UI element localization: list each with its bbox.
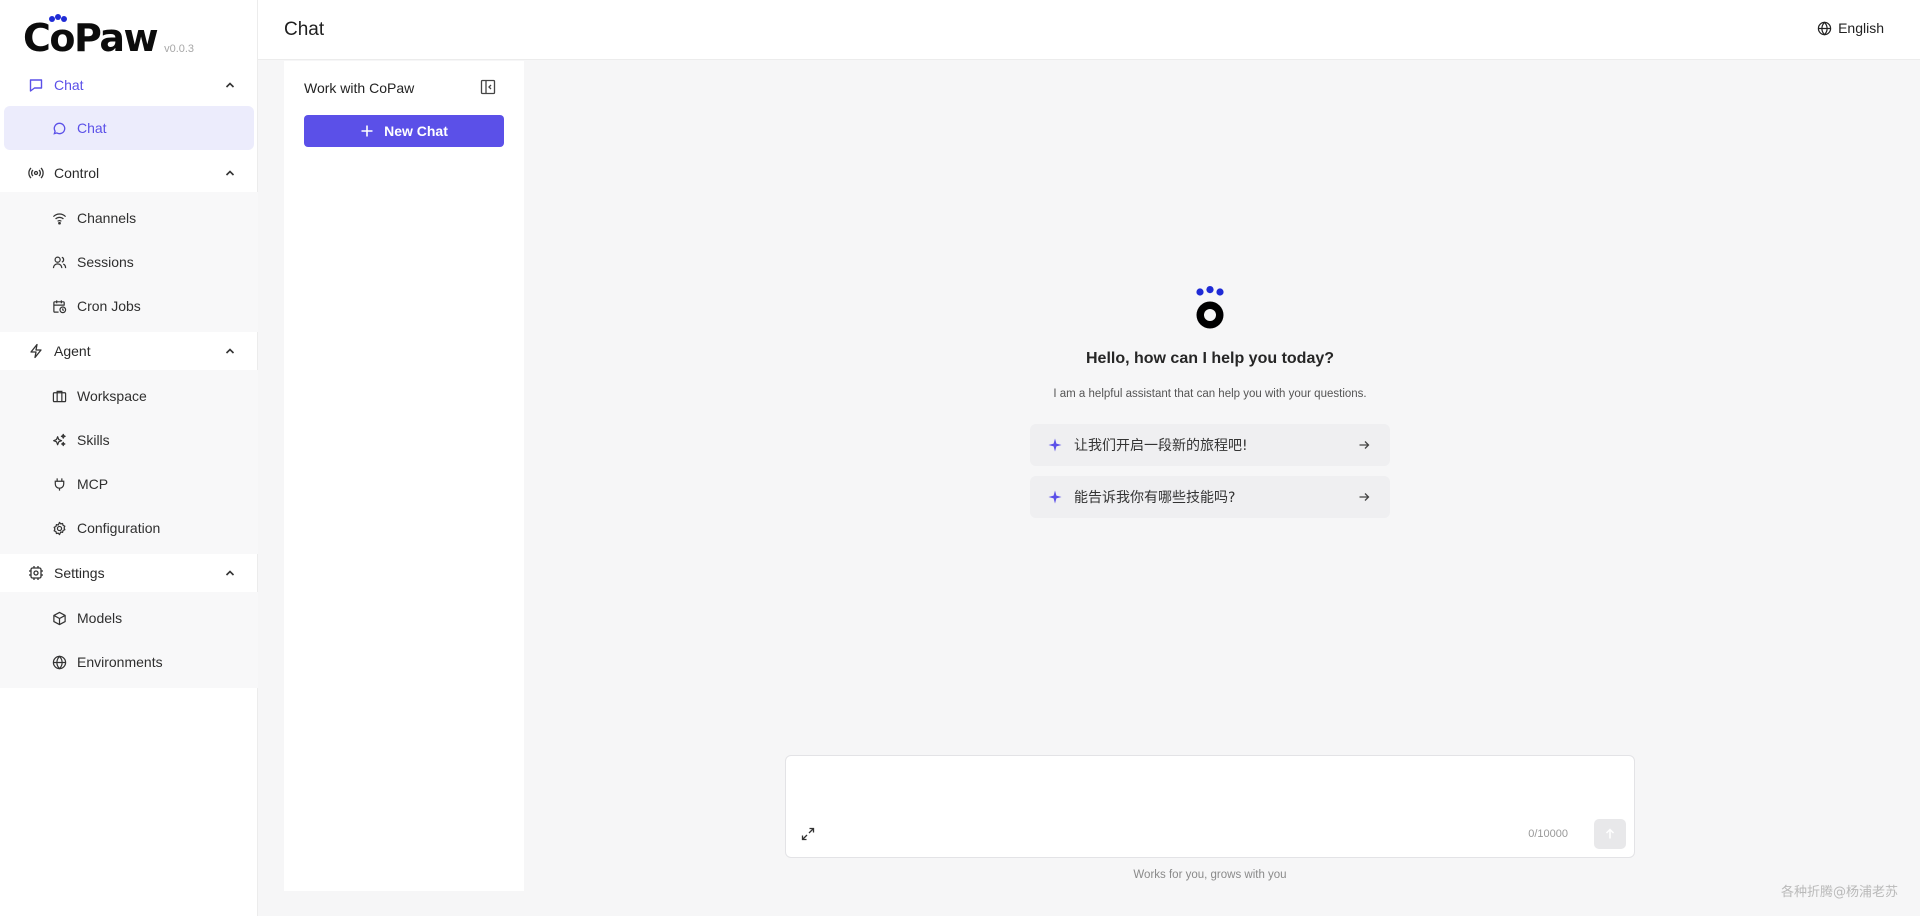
chevron-up-icon (224, 79, 236, 91)
users-icon (52, 255, 67, 270)
watermark: 各种折腾@杨浦老苏 (1780, 885, 1898, 900)
message-circle-icon (52, 121, 67, 136)
nav-group-body: Models Environments (0, 592, 258, 688)
message-square-icon (28, 77, 44, 93)
top-header: Chat English (258, 0, 1920, 60)
sparkle-icon (1048, 490, 1062, 504)
logo-wordmark: CoPaw (23, 14, 159, 60)
chat-list-title: Work with CoPaw (304, 80, 415, 96)
app-version: v0.0.3 (164, 43, 195, 55)
nav-group-label: Agent (54, 343, 91, 359)
sparkle-icon (1048, 438, 1062, 452)
sparkles-icon (52, 433, 67, 448)
sidebar-item-label: Configuration (77, 520, 161, 536)
language-switcher[interactable]: English (1817, 20, 1884, 36)
briefcase-icon (52, 389, 67, 404)
message-input[interactable] (798, 766, 1618, 816)
sidebar-item-skills[interactable]: Skills (0, 418, 258, 462)
sidebar-nav: Chat Chat Control Channels Sessions Cron… (0, 66, 258, 688)
globe-icon (52, 655, 67, 670)
nav-group-settings[interactable]: Settings (0, 554, 258, 592)
plus-icon (360, 124, 374, 138)
sidebar-item-label: Channels (77, 210, 137, 226)
plug-icon (52, 477, 67, 492)
sidebar-collapse-icon[interactable] (480, 79, 496, 95)
cube-icon (52, 611, 67, 626)
cpu-settings-icon (28, 565, 44, 581)
chat-list-panel: Work with CoPaw New Chat (284, 61, 524, 891)
sidebar-item-channels[interactable]: Channels (0, 196, 258, 240)
suggested-prompt-text: 能告诉我你有哪些技能吗? (1074, 490, 1236, 506)
suggested-prompt[interactable]: 让我们开启一段新的旅程吧! (1030, 424, 1390, 466)
new-chat-label: New Chat (384, 123, 448, 139)
arrow-right-icon (1358, 439, 1370, 451)
sidebar-item-label: Cron Jobs (77, 298, 141, 314)
message-composer: 0/10000 (785, 755, 1635, 858)
logo-paw-dots (47, 14, 67, 22)
expand-icon[interactable] (800, 826, 816, 842)
sidebar-item-label: Environments (77, 654, 163, 670)
nav-group-body: Channels Sessions Cron Jobs (0, 192, 258, 332)
sidebar-item-configuration[interactable]: Configuration (0, 506, 258, 550)
page-title: Chat (284, 19, 325, 40)
language-label: English (1838, 20, 1884, 36)
wifi-icon (52, 211, 67, 226)
nav-group-agent[interactable]: Agent (0, 332, 258, 370)
sidebar-item-chat[interactable]: Chat (4, 106, 254, 150)
broadcast-icon (28, 165, 44, 181)
nav-group-control[interactable]: Control (0, 154, 258, 192)
welcome-title: Hello, how can I help you today? (1085, 350, 1335, 367)
send-button[interactable] (1594, 819, 1626, 849)
sidebar-item-label: Chat (77, 120, 107, 136)
sidebar-item-workspace[interactable]: Workspace (0, 374, 258, 418)
globe-icon (1817, 21, 1832, 36)
sidebar-item-label: Sessions (77, 254, 134, 270)
footer-tagline: Works for you, grows with you (1133, 869, 1287, 881)
chevron-up-icon (224, 345, 236, 357)
sidebar-item-cron-jobs[interactable]: Cron Jobs (0, 284, 258, 328)
sidebar-item-label: MCP (77, 476, 109, 492)
new-chat-button[interactable]: New Chat (304, 115, 504, 147)
sidebar-item-sessions[interactable]: Sessions (0, 240, 258, 284)
nav-group-body: Workspace Skills MCP Configuration (0, 370, 258, 554)
character-counter: 0/10000 (1528, 828, 1568, 840)
gear-icon (52, 521, 67, 536)
nav-group-label: Control (54, 165, 100, 181)
welcome-subtitle: I am a helpful assistant that can help y… (1053, 388, 1367, 400)
sidebar-item-label: Skills (77, 432, 110, 448)
nav-group-label: Chat (54, 77, 84, 93)
sidebar-item-models[interactable]: Models (0, 596, 258, 640)
sidebar-item-label: Models (77, 610, 123, 626)
zap-icon (28, 343, 44, 359)
chevron-up-icon (224, 167, 236, 179)
app-logo[interactable]: CoPaw v0.0.3 (23, 14, 194, 58)
sidebar-item-label: Workspace (77, 388, 147, 404)
calendar-clock-icon (52, 299, 67, 314)
sidebar-item-mcp[interactable]: MCP (0, 462, 258, 506)
arrow-right-icon (1358, 491, 1370, 503)
sidebar-item-environments[interactable]: Environments (0, 640, 258, 684)
chevron-up-icon (224, 567, 236, 579)
paw-logo-icon (1190, 286, 1230, 334)
sidebar: CoPaw v0.0.3 Chat Chat Control Channels … (0, 0, 258, 916)
arrow-up-icon (1604, 828, 1616, 840)
suggested-prompt[interactable]: 能告诉我你有哪些技能吗? (1030, 476, 1390, 518)
nav-group-label: Settings (54, 565, 105, 581)
nav-group-chat[interactable]: Chat (0, 66, 258, 104)
suggested-prompt-text: 让我们开启一段新的旅程吧! (1074, 438, 1248, 454)
